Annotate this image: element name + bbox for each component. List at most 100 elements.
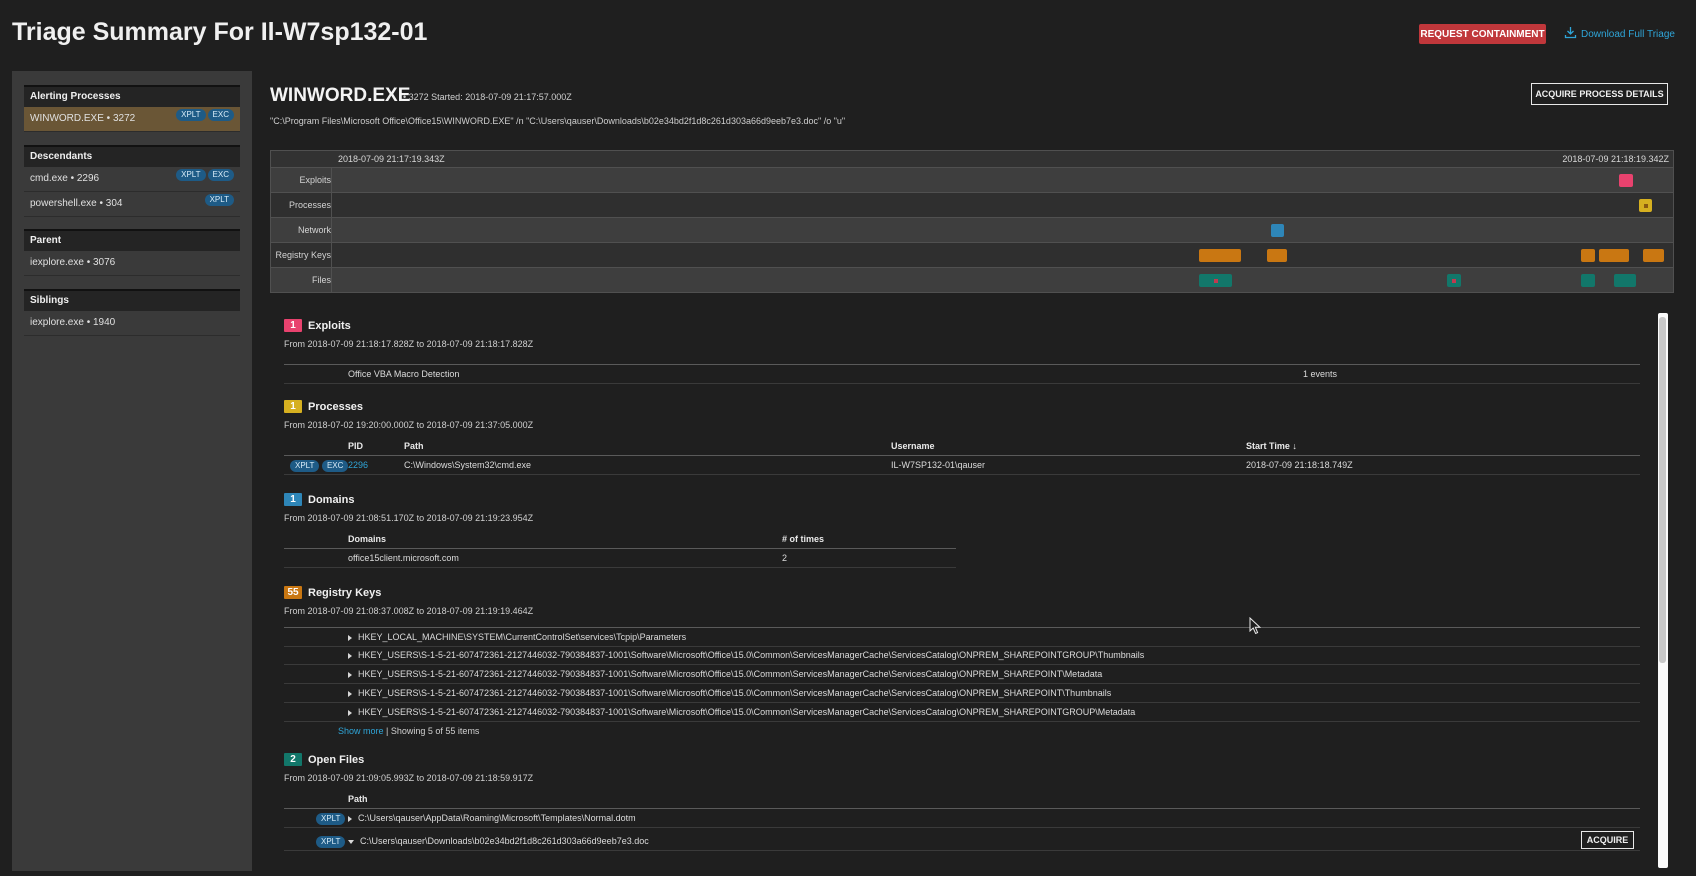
exploits-count: 1 bbox=[284, 319, 302, 332]
timeline-header: 2018-07-09 21:17:19.343Z 2018-07-09 21:1… bbox=[270, 150, 1674, 168]
exploit-marker[interactable] bbox=[1619, 174, 1633, 187]
timeline-row-registry: Registry Keys bbox=[270, 243, 1674, 268]
show-more-link[interactable]: Show more bbox=[338, 726, 384, 736]
process-path: C:\Windows\System32\cmd.exe bbox=[404, 460, 532, 470]
sidebar-item-powershell[interactable]: powershell.exe • 304 XPLT bbox=[24, 192, 240, 217]
domains-table-header: Domains # of times bbox=[284, 530, 956, 549]
parent-section: Parent iexplore.exe • 3076 bbox=[24, 229, 240, 276]
process-username: IL-W7SP132-01\qauser bbox=[891, 460, 986, 470]
xplt-badge: XPLT bbox=[176, 109, 206, 121]
process-label: cmd.exe • 2296 bbox=[30, 173, 100, 184]
sidebar-item-iexplore-parent[interactable]: iexplore.exe • 3076 bbox=[24, 251, 240, 276]
processes-section-title: 1 Processes bbox=[284, 400, 363, 413]
timeline-row-network: Network bbox=[270, 218, 1674, 243]
section-title: Open Files bbox=[308, 753, 365, 766]
username-header: Username bbox=[891, 441, 935, 451]
siblings-section: Siblings iexplore.exe • 1940 bbox=[24, 289, 240, 336]
section-header: Siblings bbox=[24, 289, 240, 311]
section-header: Parent bbox=[24, 229, 240, 251]
file-marker[interactable] bbox=[1447, 274, 1461, 287]
process-pid-link[interactable]: 2296 bbox=[348, 456, 368, 474]
path-header: Path bbox=[404, 441, 424, 451]
registry-marker[interactable] bbox=[1267, 249, 1287, 262]
registry-key: HKEY_USERS\S-1-5-21-607472361-2127446032… bbox=[358, 650, 1145, 660]
expand-arrow-icon[interactable] bbox=[348, 815, 352, 822]
descendants-section: Descendants cmd.exe • 2296 XPLT EXC powe… bbox=[24, 145, 240, 217]
file-marker[interactable] bbox=[1199, 274, 1232, 287]
registry-row[interactable]: HKEY_USERS\S-1-5-21-607472361-2127446032… bbox=[284, 684, 1640, 703]
process-marker[interactable] bbox=[1639, 199, 1652, 212]
showing-count: | Showing 5 of 55 items bbox=[386, 726, 480, 736]
domains-range: From 2018-07-09 21:08:51.170Z to 2018-07… bbox=[284, 513, 534, 523]
processes-count: 1 bbox=[284, 400, 302, 413]
process-label: iexplore.exe • 1940 bbox=[30, 317, 116, 328]
exploit-name: Office VBA Macro Detection bbox=[348, 369, 460, 379]
section-header: Alerting Processes bbox=[24, 85, 240, 107]
process-command-line: "C:\Program Files\Microsoft Office\Offic… bbox=[270, 116, 846, 126]
exploit-row[interactable]: Office VBA Macro Detection 1 events bbox=[284, 364, 1640, 384]
registry-row[interactable]: HKEY_LOCAL_MACHINE\SYSTEM\CurrentControl… bbox=[284, 627, 1640, 647]
process-detail-panel: WINWORD.EXE • 3272 Started: 2018-07-09 2… bbox=[266, 71, 1676, 871]
section-header: Descendants bbox=[24, 145, 240, 167]
expand-arrow-icon[interactable] bbox=[348, 671, 352, 678]
registry-row[interactable]: HKEY_USERS\S-1-5-21-607472361-2127446032… bbox=[284, 665, 1640, 684]
sidebar-item-iexplore-sibling[interactable]: iexplore.exe • 1940 bbox=[24, 311, 240, 336]
process-row[interactable]: XPLT EXC 2296 C:\Windows\System32\cmd.ex… bbox=[284, 456, 1640, 475]
xplt-badge: XPLT bbox=[316, 836, 346, 848]
registry-row[interactable]: HKEY_USERS\S-1-5-21-607472361-2127446032… bbox=[284, 646, 1640, 665]
registry-marker[interactable] bbox=[1199, 249, 1241, 262]
scrollbar-thumb[interactable] bbox=[1659, 317, 1666, 663]
sidebar-item-winword[interactable]: WINWORD.EXE • 3272 XPLT EXC bbox=[24, 107, 240, 132]
xplt-badge: XPLT bbox=[316, 813, 346, 825]
file-row[interactable]: XPLT C:\Users\qauser\Downloads\b02e34bd2… bbox=[284, 831, 1640, 851]
process-badges: XPLT EXC bbox=[290, 456, 349, 474]
download-label: Download Full Triage bbox=[1581, 28, 1675, 40]
pid-header: PID bbox=[348, 441, 364, 451]
event-details-list: 1 Exploits From 2018-07-09 21:18:17.828Z… bbox=[270, 311, 1656, 871]
process-tree-sidebar: Alerting Processes WINWORD.EXE • 3272 XP… bbox=[12, 71, 252, 871]
details-scrollbar[interactable] bbox=[1658, 313, 1668, 868]
expand-arrow-icon[interactable] bbox=[348, 652, 352, 659]
mouse-cursor-icon bbox=[1249, 617, 1261, 635]
download-full-triage-link[interactable]: Download Full Triage bbox=[1564, 26, 1675, 42]
exploit-events: 1 events bbox=[1303, 369, 1338, 379]
domain-header: Domains bbox=[348, 534, 387, 544]
alerting-processes-section: Alerting Processes WINWORD.EXE • 3272 XP… bbox=[24, 85, 240, 132]
row-label: Network bbox=[271, 218, 332, 242]
domain-times: 2 bbox=[782, 553, 788, 563]
process-label: WINWORD.EXE • 3272 bbox=[30, 113, 136, 124]
registry-row[interactable]: HKEY_USERS\S-1-5-21-607472361-2127446032… bbox=[284, 703, 1640, 722]
process-name: WINWORD.EXE bbox=[270, 85, 411, 106]
file-marker[interactable] bbox=[1581, 274, 1595, 287]
registry-marker[interactable] bbox=[1581, 249, 1595, 262]
exc-badge: EXC bbox=[207, 109, 234, 121]
sidebar-item-cmd[interactable]: cmd.exe • 2296 XPLT EXC bbox=[24, 167, 240, 192]
expand-arrow-icon[interactable] bbox=[348, 690, 352, 697]
exc-badge: EXC bbox=[321, 460, 349, 472]
expand-arrow-icon[interactable] bbox=[348, 709, 352, 716]
process-meta: • 3272 Started: 2018-07-09 21:17:57.000Z bbox=[403, 92, 572, 102]
request-containment-button[interactable]: REQUEST CONTAINMENT bbox=[1419, 24, 1546, 44]
acquire-process-details-button[interactable]: ACQUIRE PROCESS DETAILS bbox=[1531, 83, 1668, 105]
row-label: Files bbox=[271, 268, 332, 292]
registry-marker[interactable] bbox=[1643, 249, 1664, 262]
process-label: powershell.exe • 304 bbox=[30, 198, 123, 209]
timeline-start: 2018-07-09 21:17:19.343Z bbox=[338, 154, 445, 164]
row-label: Exploits bbox=[271, 168, 332, 192]
process-label: iexplore.exe • 3076 bbox=[30, 257, 116, 268]
files-table-header: Path bbox=[284, 790, 1640, 809]
xplt-badge: XPLT bbox=[204, 194, 234, 206]
file-marker[interactable] bbox=[1614, 274, 1636, 287]
expand-arrow-icon[interactable] bbox=[348, 634, 352, 641]
timeline-row-processes: Processes bbox=[270, 193, 1674, 218]
exploits-range: From 2018-07-09 21:18:17.828Z to 2018-07… bbox=[284, 339, 534, 349]
files-section-title: 2 Open Files bbox=[284, 753, 364, 766]
collapse-arrow-icon[interactable] bbox=[348, 839, 354, 844]
acquire-file-button[interactable]: ACQUIRE bbox=[1581, 831, 1634, 849]
start-time-header[interactable]: Start Time ↓ bbox=[1246, 437, 1297, 455]
section-title: Processes bbox=[308, 400, 364, 413]
registry-marker[interactable] bbox=[1599, 249, 1629, 262]
domain-row[interactable]: office15client.microsoft.com 2 bbox=[284, 549, 956, 568]
network-marker[interactable] bbox=[1271, 224, 1284, 237]
file-row[interactable]: XPLT C:\Users\qauser\AppData\Roaming\Mic… bbox=[284, 809, 1640, 828]
